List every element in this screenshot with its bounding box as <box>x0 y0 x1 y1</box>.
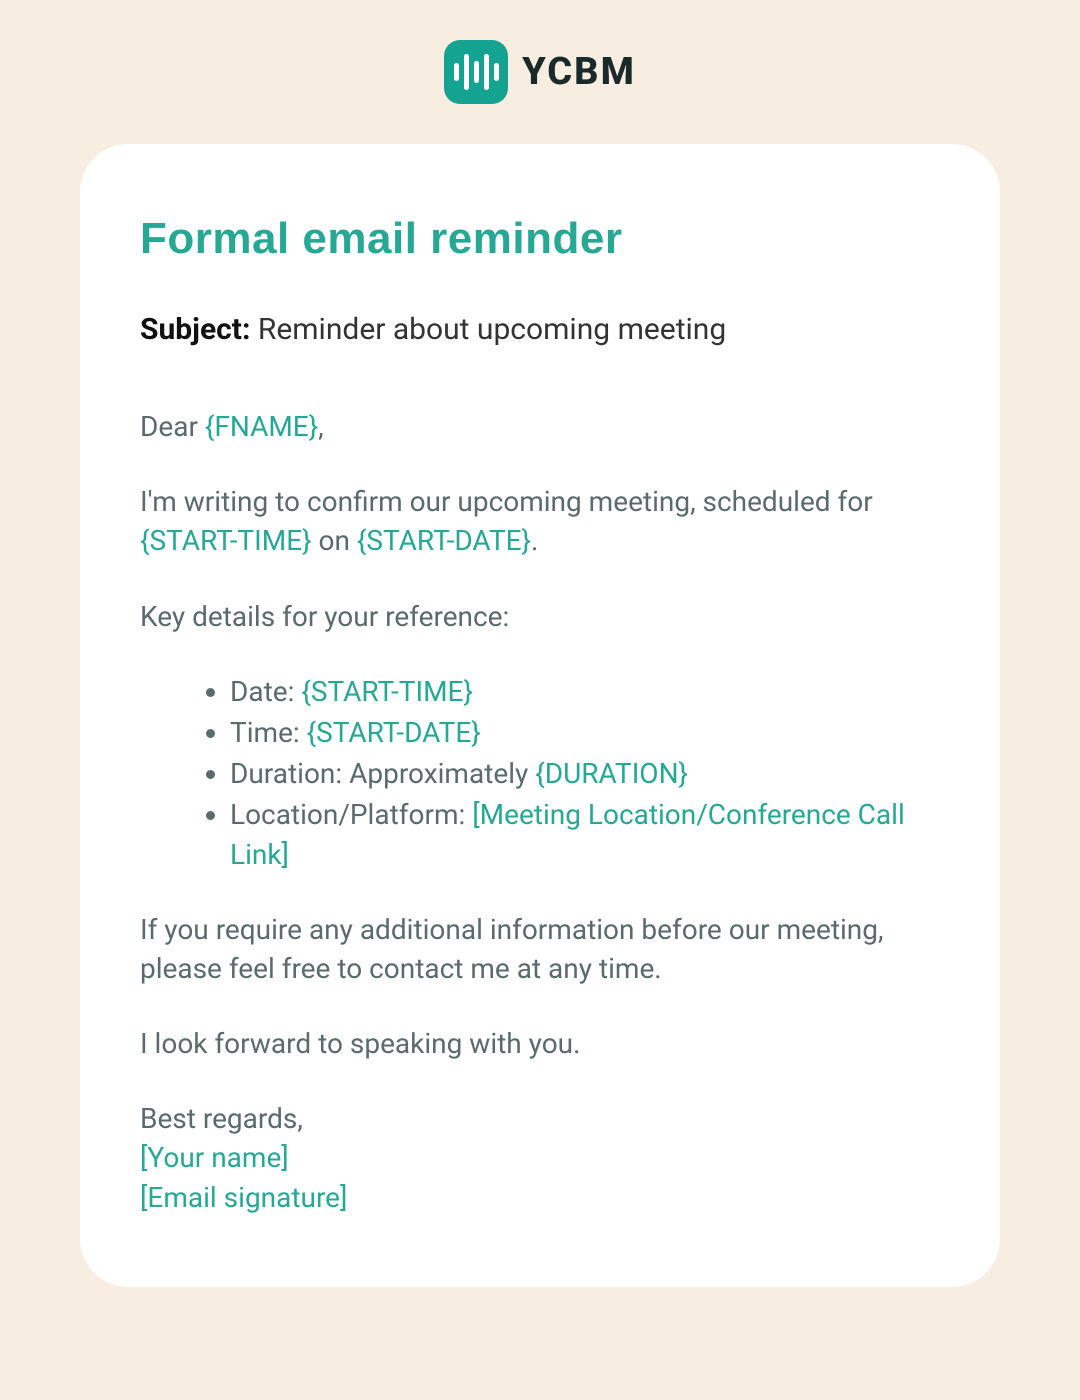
closing-regards: Best regards, <box>140 1099 940 1138</box>
closing-signature-token: [Email signature] <box>140 1178 940 1217</box>
closing-block: Best regards, [Your name] [Email signatu… <box>140 1099 940 1217</box>
detail-date: Date: {START-TIME} <box>230 672 940 711</box>
detail-duration-label: Duration: Approximately <box>230 757 535 790</box>
detail-location-label: Location/Platform: <box>230 798 472 831</box>
intro-suffix: . <box>531 524 538 557</box>
intro-part1: I'm writing to confirm our upcoming meet… <box>140 485 873 518</box>
brand-name: YCBM <box>522 50 636 94</box>
start-time-token: {START-TIME} <box>140 524 312 557</box>
greeting-prefix: Dear <box>140 410 205 443</box>
look-forward-paragraph: I look forward to speaking with you. <box>140 1024 940 1063</box>
detail-duration-token: {DURATION} <box>535 757 688 790</box>
details-list: Date: {START-TIME} Time: {START-DATE} Du… <box>140 672 940 874</box>
detail-time: Time: {START-DATE} <box>230 713 940 752</box>
detail-duration: Duration: Approximately {DURATION} <box>230 754 940 793</box>
subject-line: Subject: Reminder about upcoming meeting <box>140 312 940 347</box>
subject-value: Reminder about upcoming meeting <box>258 312 726 347</box>
closing-name-token: [Your name] <box>140 1138 940 1177</box>
email-template-card: Formal email reminder Subject: Reminder … <box>80 144 1000 1287</box>
intro-paragraph: I'm writing to confirm our upcoming meet… <box>140 482 940 560</box>
detail-date-label: Date: <box>230 675 301 708</box>
subject-label: Subject: <box>140 312 250 347</box>
brand-icon <box>444 40 508 104</box>
detail-time-label: Time: <box>230 716 307 749</box>
detail-location: Location/Platform: [Meeting Location/Con… <box>230 795 940 873</box>
greeting: Dear {FNAME}, <box>140 407 940 446</box>
start-date-token: {START-DATE} <box>357 524 531 557</box>
details-intro: Key details for your reference: <box>140 597 940 636</box>
brand-logo: YCBM <box>80 40 1000 104</box>
detail-time-token: {START-DATE} <box>307 716 481 749</box>
fname-token: {FNAME} <box>205 410 318 443</box>
intro-middle: on <box>312 524 357 557</box>
additional-info-paragraph: If you require any additional informatio… <box>140 910 940 988</box>
greeting-suffix: , <box>318 410 324 443</box>
detail-date-token: {START-TIME} <box>301 675 473 708</box>
template-heading: Formal email reminder <box>140 214 940 264</box>
